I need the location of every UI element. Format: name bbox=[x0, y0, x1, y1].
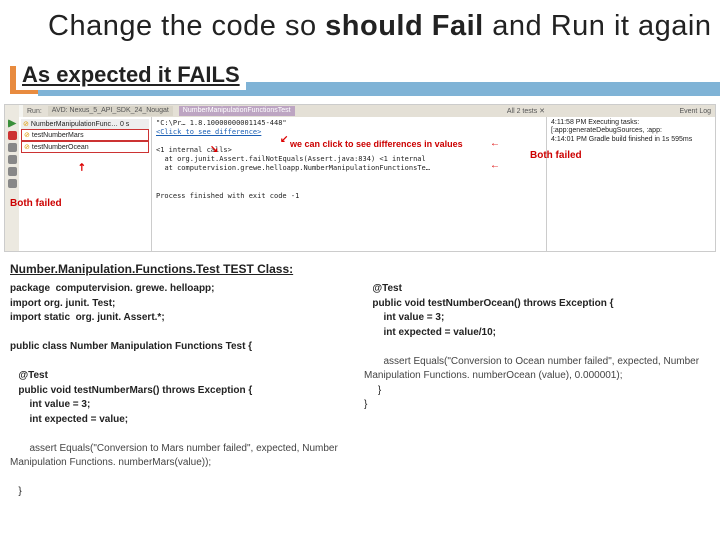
console-output: "C:\Pr… 1.8.10000000001145-448" <Click t… bbox=[152, 117, 546, 251]
bottom-code: Number.Manipulation.Functions.Test TEST … bbox=[10, 262, 710, 500]
console-done: Process finished with exit code -1 bbox=[156, 192, 542, 201]
gutter-icon[interactable] bbox=[8, 143, 17, 152]
tree-item-mars[interactable]: testNumberMars bbox=[21, 129, 149, 141]
console-line: "C:\Pr… 1.8.10000000001145-448" bbox=[156, 119, 542, 128]
code-block-left: package computervision. grewe. helloapp;… bbox=[10, 282, 356, 500]
log-line: 4:14:01 PM Gradle build finished in 1s 5… bbox=[551, 136, 711, 144]
ide-tabbar: Run: AVD: Nexus_5_API_SDK_24_Nougat Numb… bbox=[23, 105, 715, 117]
console-line: at computervision.grewe.helloapp.NumberM… bbox=[156, 164, 542, 173]
arrow-icon: ↘ bbox=[210, 144, 218, 155]
run-icon[interactable] bbox=[8, 119, 17, 128]
diff-link[interactable]: <Click to see difference> bbox=[156, 128, 542, 137]
code-block-right: @Test public void testNumberOcean() thro… bbox=[364, 282, 710, 413]
gutter-icon[interactable] bbox=[8, 167, 17, 176]
gutter-icon[interactable] bbox=[8, 155, 17, 164]
arrow-icon: ↘ bbox=[280, 134, 288, 145]
tab-avd[interactable]: AVD: Nexus_5_API_SDK_24_Nougat bbox=[48, 106, 173, 116]
both-failed-left: Both failed bbox=[10, 198, 62, 209]
class-title: Number.Manipulation.Functions.Test TEST … bbox=[10, 262, 356, 276]
title-pre: Change the code so bbox=[48, 10, 325, 42]
arrow-icon: ← bbox=[490, 160, 500, 171]
run-label: Run: bbox=[27, 108, 42, 115]
ide-gutter bbox=[5, 105, 19, 251]
tree-item-ocean[interactable]: testNumberOcean bbox=[21, 141, 149, 153]
console-line: at org.junit.Assert.failNotEquals(Assert… bbox=[156, 155, 542, 164]
stop-icon[interactable] bbox=[8, 131, 17, 140]
right-col: @Test public void testNumberOcean() thro… bbox=[364, 262, 710, 500]
arrow-icon: ← bbox=[490, 138, 500, 149]
log-line: 4:11:58 PM Executing tasks: [:app:genera… bbox=[551, 119, 711, 136]
gutter-icon[interactable] bbox=[8, 179, 17, 188]
callout-diff: we can click to see differences in value… bbox=[290, 140, 463, 150]
title-mid: and Run it again bbox=[484, 10, 712, 42]
slide-title: Change the code so should Fail and Run i… bbox=[0, 0, 720, 47]
ide-screenshot: Run: AVD: Nexus_5_API_SDK_24_Nougat Numb… bbox=[4, 104, 716, 252]
event-log-panel: 4:11:58 PM Executing tasks: [:app:genera… bbox=[546, 117, 715, 251]
fail-banner: As expected it FAILS bbox=[16, 60, 246, 90]
event-log-label[interactable]: Event Log bbox=[679, 108, 711, 115]
title-bold: should Fail bbox=[325, 10, 484, 42]
tree-root[interactable]: NumberManipulationFunc… 0 s bbox=[21, 119, 149, 129]
left-col: Number.Manipulation.Functions.Test TEST … bbox=[10, 262, 356, 500]
tests-badge: All 2 tests ✕ bbox=[507, 107, 545, 115]
both-failed-right: Both failed bbox=[530, 150, 582, 161]
test-tree: NumberManipulationFunc… 0 s testNumberMa… bbox=[19, 117, 152, 251]
tab-test[interactable]: NumberManipulationFunctionsTest bbox=[179, 106, 295, 116]
